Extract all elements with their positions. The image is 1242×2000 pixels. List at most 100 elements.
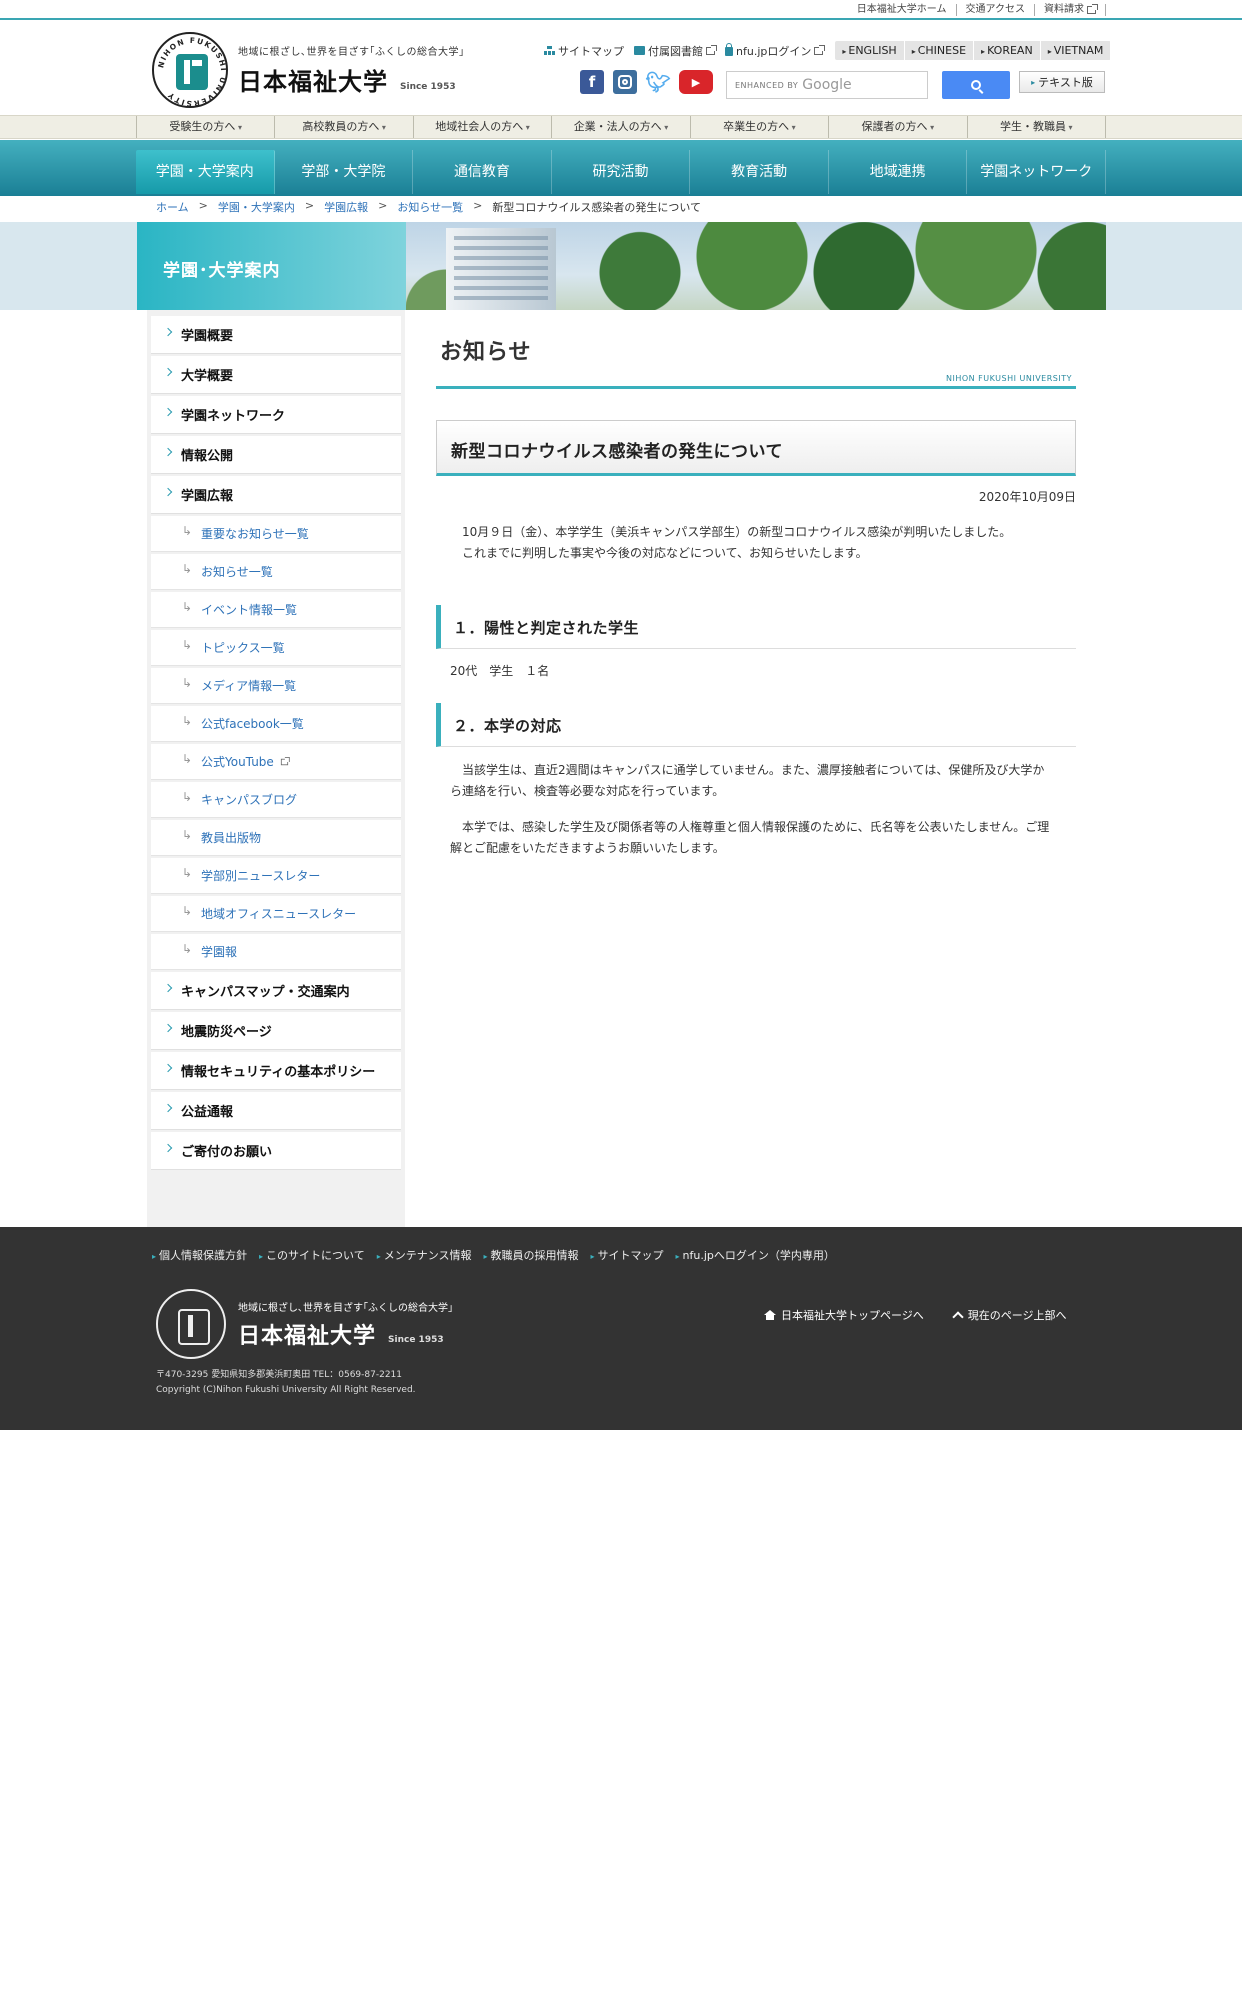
breadcrumb-separator: > bbox=[198, 199, 208, 212]
audience-community[interactable]: 地域社会人の方へ bbox=[414, 116, 553, 138]
sidebar-subitem-publications[interactable]: 教員出版物 bbox=[151, 820, 401, 856]
nav-research[interactable]: 研究活動 bbox=[552, 150, 691, 194]
youtube-icon[interactable]: ▶ bbox=[679, 70, 713, 94]
nav-about[interactable]: 学園・大学案内 bbox=[136, 150, 275, 194]
sidebar-subitem-youtube-label: 公式YouTube bbox=[201, 755, 274, 769]
lang-vietnam[interactable]: VIETNAM bbox=[1041, 41, 1112, 60]
sidebar-subitem-news[interactable]: お知らせ一覧 bbox=[151, 554, 401, 590]
audience-applicants[interactable]: 受験生の方へ bbox=[137, 116, 276, 138]
article-title: 新型コロナウイルス感染者の発生について bbox=[451, 442, 783, 462]
sitemap-label: サイトマップ bbox=[558, 44, 624, 58]
response-paragraph: 当該学生は、直近2週間はキャンパスに通学していません。また、濃厚接触者については… bbox=[450, 763, 1045, 798]
sidebar-item-campus-map[interactable]: キャンパスマップ・交通案内 bbox=[151, 972, 401, 1010]
sidebar-item-earthquake[interactable]: 地震防災ページ bbox=[151, 1012, 401, 1050]
audience-companies[interactable]: 企業・法人の方へ bbox=[552, 116, 691, 138]
footer-right-links: 日本福祉大学トップページへ 現在のページ上部へ bbox=[764, 1307, 1067, 1323]
sidebar-item-pr[interactable]: 学園広報 bbox=[151, 476, 401, 514]
sidebar-subitem-facebook[interactable]: 公式facebook一覧 bbox=[151, 706, 401, 742]
utility-links: サイトマップ 付属図書館 nfu.jpログイン ENGLISH CHINESE … bbox=[544, 41, 1112, 60]
sidebar-subitem-topics[interactable]: トピックス一覧 bbox=[151, 630, 401, 666]
top-page-label: 日本福祉大学トップページへ bbox=[781, 1309, 924, 1322]
article-title-box: 新型コロナウイルス感染者の発生について bbox=[436, 420, 1076, 476]
article-intro: 10月９日（金）、本学学生（美浜キャンパス学部生）の新型コロナウイルス感染が判明… bbox=[450, 522, 1050, 564]
twitter-icon[interactable]: 🐦︎ bbox=[645, 70, 670, 94]
breadcrumb-about[interactable]: 学園・大学案内 bbox=[218, 199, 295, 215]
nfu-login-label: nfu.jpログイン bbox=[736, 44, 812, 58]
footer-links: 個人情報保護方針 このサイトについて メンテナンス情報 教職員の採用情報 サイト… bbox=[152, 1247, 835, 1263]
top-link-home-label: 日本福祉大学ホーム bbox=[856, 4, 947, 15]
library-link[interactable]: 付属図書館 bbox=[634, 43, 717, 59]
top-link-home[interactable]: 日本福祉大学ホーム bbox=[848, 4, 957, 16]
sidebar-subitem-media[interactable]: メディア情報一覧 bbox=[151, 668, 401, 704]
page-top-link[interactable]: 現在のページ上部へ bbox=[952, 1307, 1067, 1323]
nav-faculties[interactable]: 学部・大学院 bbox=[275, 150, 414, 194]
nav-education[interactable]: 教育活動 bbox=[690, 150, 829, 194]
nav-list: 学園・大学案内 学部・大学院 通信教育 研究活動 教育活動 地域連携 学園ネット… bbox=[136, 150, 1107, 194]
footer-link-login[interactable]: nfu.jpへログイン（学内専用） bbox=[676, 1247, 835, 1263]
top-page-link[interactable]: 日本福祉大学トップページへ bbox=[764, 1307, 924, 1323]
nav-community[interactable]: 地域連携 bbox=[829, 150, 968, 194]
footer-name: 日本福祉大学 bbox=[238, 1323, 377, 1349]
site-logo[interactable]: NIHON FUKUSHI UNIVERSITY 地域に根ざし､世界を目ざす｢ふ… bbox=[152, 32, 465, 108]
audience-bar: 受験生の方へ 高校教員の方へ 地域社会人の方へ 企業・法人の方へ 卒業生の方へ … bbox=[0, 115, 1242, 139]
sitemap-link[interactable]: サイトマップ bbox=[544, 43, 624, 59]
lang-english[interactable]: ENGLISH bbox=[835, 41, 905, 60]
sidebar-item-donation[interactable]: ご寄付のお願い bbox=[151, 1132, 401, 1170]
lang-chinese[interactable]: CHINESE bbox=[905, 41, 975, 60]
sidebar-subitem-events[interactable]: イベント情報一覧 bbox=[151, 592, 401, 628]
footer-link-maintenance[interactable]: メンテナンス情報 bbox=[377, 1247, 472, 1263]
instagram-icon[interactable] bbox=[613, 70, 637, 94]
breadcrumb-news[interactable]: お知らせ一覧 bbox=[397, 199, 463, 215]
footer-link-recruit[interactable]: 教職員の採用情報 bbox=[484, 1247, 579, 1263]
audience-hs-teachers[interactable]: 高校教員の方へ bbox=[275, 116, 414, 138]
lang-korean[interactable]: KOREAN bbox=[974, 41, 1041, 60]
library-label: 付属図書館 bbox=[648, 44, 703, 58]
top-link-access[interactable]: 交通アクセス bbox=[957, 4, 1035, 16]
sidebar-item-university[interactable]: 大学概要 bbox=[151, 356, 401, 394]
audience-alumni[interactable]: 卒業生の方へ bbox=[691, 116, 830, 138]
audience-students-staff[interactable]: 学生・教職員 bbox=[968, 116, 1106, 138]
nfu-login-link[interactable]: nfu.jpログイン bbox=[725, 43, 826, 59]
search-icon bbox=[971, 80, 981, 90]
footer-link-privacy[interactable]: 個人情報保護方針 bbox=[152, 1247, 247, 1263]
nav-correspondence[interactable]: 通信教育 bbox=[413, 150, 552, 194]
sidebar-item-network[interactable]: 学園ネットワーク bbox=[151, 396, 401, 434]
logo-name: 日本福祉大学 bbox=[238, 68, 388, 96]
section-title: お知らせ bbox=[440, 340, 532, 365]
search-button[interactable] bbox=[942, 71, 1010, 99]
sidebar-subitem-important[interactable]: 重要なお知らせ一覧 bbox=[151, 516, 401, 552]
heading-university-response: ２．本学の対応 bbox=[436, 703, 1076, 747]
footer-link-sitemap[interactable]: サイトマップ bbox=[591, 1247, 664, 1263]
book-icon bbox=[634, 46, 645, 55]
facebook-icon[interactable]: f bbox=[580, 70, 604, 94]
sidebar-subitem-faculty-newsletter[interactable]: 学部別ニュースレター bbox=[151, 858, 401, 894]
logo-tagline: 地域に根ざし､世界を目ざす｢ふくしの総合大学｣ bbox=[238, 47, 465, 58]
footer-since: Since 1953 bbox=[388, 1334, 444, 1345]
sidebar-item-disclosure[interactable]: 情報公開 bbox=[151, 436, 401, 474]
nav-network[interactable]: 学園ネットワーク bbox=[967, 150, 1107, 194]
top-link-request[interactable]: 資料請求 bbox=[1035, 4, 1106, 16]
hero-label: 学園･大学案内 bbox=[163, 261, 281, 281]
breadcrumb-home[interactable]: ホーム bbox=[156, 199, 189, 215]
footer-logo[interactable]: 地域に根ざし､世界を目ざす｢ふくしの総合大学｣ 日本福祉大学 Since 195… bbox=[156, 1289, 453, 1359]
sidebar-item-security-policy[interactable]: 情報セキュリティの基本ポリシー bbox=[151, 1052, 401, 1090]
audience-guardians[interactable]: 保護者の方へ bbox=[829, 116, 968, 138]
sidebar-subitem-youtube[interactable]: 公式YouTube bbox=[151, 744, 401, 780]
sidebar-subitem-blog[interactable]: キャンパスブログ bbox=[151, 782, 401, 818]
audience-list: 受験生の方へ 高校教員の方へ 地域社会人の方へ 企業・法人の方へ 卒業生の方へ … bbox=[136, 116, 1106, 138]
hero-label-panel: 学園･大学案内 bbox=[137, 222, 406, 310]
section-subtitle: NIHON FUKUSHI UNIVERSITY bbox=[945, 374, 1072, 383]
logo-text: 地域に根ざし､世界を目ざす｢ふくしの総合大学｣ 日本福祉大学 Since 195… bbox=[238, 43, 465, 97]
sidebar-subitem-bulletin[interactable]: 学園報 bbox=[151, 934, 401, 970]
sidebar-item-whistleblowing[interactable]: 公益通報 bbox=[151, 1092, 401, 1130]
top-strip: 日本福祉大学ホーム 交通アクセス 資料請求 bbox=[0, 0, 1242, 20]
sidebar-item-overview[interactable]: 学園概要 bbox=[151, 316, 401, 354]
breadcrumb-separator: > bbox=[378, 199, 388, 212]
search-input[interactable]: ENHANCED BY Google bbox=[726, 71, 928, 99]
sidebar-subitem-regional-newsletter[interactable]: 地域オフィスニュースレター bbox=[151, 896, 401, 932]
breadcrumb-pr[interactable]: 学園広報 bbox=[324, 199, 368, 215]
intro-paragraph: 10月９日（金）、本学学生（美浜キャンパス学部生）の新型コロナウイルス感染が判明… bbox=[462, 525, 1012, 539]
text-version-button[interactable]: テキスト版 bbox=[1019, 71, 1105, 93]
footer-link-about-site[interactable]: このサイトについて bbox=[259, 1247, 365, 1263]
home-icon bbox=[764, 1310, 776, 1320]
